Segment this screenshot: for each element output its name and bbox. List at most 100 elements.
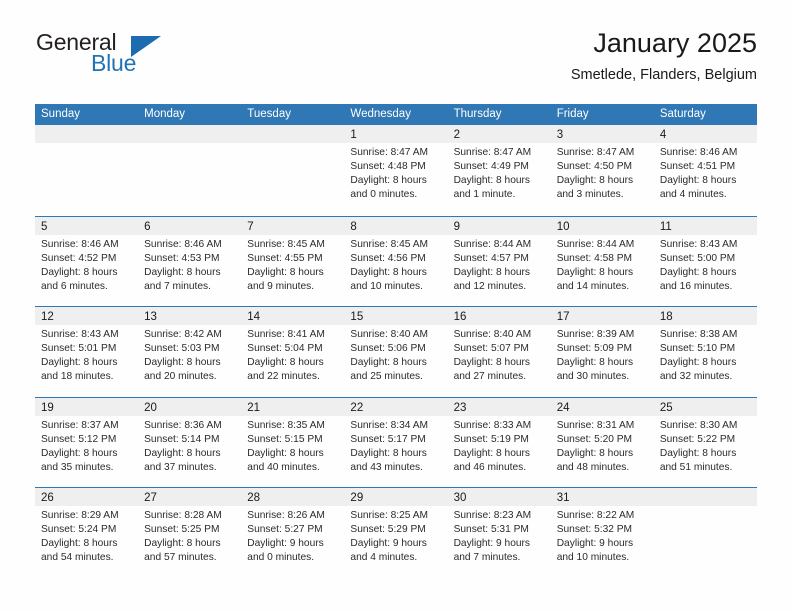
- sunrise-text: Sunrise: 8:25 AM: [350, 510, 429, 521]
- day-cell[interactable]: 30 Sunrise: 8:23 AM Sunset: 5:31 PM Dayl…: [447, 488, 551, 578]
- daylight-text-line2: and 0 minutes.: [247, 552, 315, 564]
- daylight-text-line2: and 16 minutes.: [659, 280, 733, 292]
- day-details: Sunrise: 8:34 AM Sunset: 5:17 PM Dayligh…: [344, 416, 447, 475]
- day-cell[interactable]: 8 Sunrise: 8:45 AM Sunset: 4:56 PM Dayli…: [344, 216, 448, 307]
- day-number: 24: [556, 401, 570, 414]
- daylight-text-line1: Daylight: 8 hours: [41, 266, 118, 278]
- weekday-header-thursday: Thursday: [453, 108, 502, 120]
- daylight-text-line1: Daylight: 9 hours: [247, 538, 324, 550]
- week-row: 5 Sunrise: 8:46 AM Sunset: 4:52 PM Dayli…: [35, 215, 757, 307]
- sunrise-text: Sunrise: 8:36 AM: [144, 419, 222, 431]
- daylight-text-line1: Daylight: 8 hours: [247, 447, 324, 459]
- day-cell[interactable]: 24 Sunrise: 8:31 AM Sunset: 5:20 PM Dayl…: [550, 397, 654, 488]
- day-cell[interactable]: [241, 125, 345, 216]
- day-cell[interactable]: 7 Sunrise: 8:45 AM Sunset: 4:55 PM Dayli…: [241, 216, 345, 307]
- day-cell[interactable]: 3 Sunrise: 8:47 AM Sunset: 4:50 PM Dayli…: [550, 125, 654, 216]
- general-blue-logo[interactable]: General Blue: [35, 28, 215, 84]
- day-number: 9: [453, 220, 460, 233]
- sunrise-text: Sunrise: 8:45 AM: [247, 238, 325, 250]
- day-number-band: 25: [653, 397, 757, 416]
- day-number-band: 27: [138, 488, 242, 506]
- daylight-text-line2: and 22 minutes.: [247, 371, 320, 383]
- sunrise-text: Sunrise: 8:46 AM: [659, 147, 738, 158]
- sunrise-text: Sunrise: 8:40 AM: [350, 329, 429, 340]
- day-number-band: 31: [550, 488, 654, 506]
- day-number: 29: [350, 492, 364, 504]
- day-cell[interactable]: 5 Sunrise: 8:46 AM Sunset: 4:52 PM Dayli…: [35, 216, 139, 307]
- page-title: January 2025: [593, 28, 757, 58]
- day-number-band: 28: [241, 488, 345, 506]
- daylight-text-line2: and 57 minutes.: [144, 552, 217, 564]
- day-cell[interactable]: 23 Sunrise: 8:33 AM Sunset: 5:19 PM Dayl…: [447, 397, 551, 488]
- day-cell[interactable]: 26 Sunrise: 8:29 AM Sunset: 5:24 PM Dayl…: [35, 488, 139, 578]
- day-cell[interactable]: [653, 488, 757, 578]
- day-cell[interactable]: 4 Sunrise: 8:46 AM Sunset: 4:51 PM Dayli…: [653, 125, 757, 216]
- day-cell[interactable]: 28 Sunrise: 8:26 AM Sunset: 5:27 PM Dayl…: [241, 488, 345, 578]
- day-cell[interactable]: 12 Sunrise: 8:43 AM Sunset: 5:01 PM Dayl…: [35, 307, 139, 397]
- day-cell[interactable]: 18 Sunrise: 8:38 AM Sunset: 5:10 PM Dayl…: [653, 307, 757, 397]
- day-cell[interactable]: [35, 125, 139, 216]
- day-number: 31: [556, 492, 570, 504]
- sunset-text: Sunset: 5:14 PM: [144, 433, 220, 445]
- sunset-text: Sunset: 5:32 PM: [556, 524, 633, 536]
- day-number: 5: [41, 220, 48, 233]
- daylight-text-line1: Daylight: 8 hours: [453, 175, 531, 187]
- day-number-band: 8: [344, 216, 448, 235]
- day-cell[interactable]: 17 Sunrise: 8:39 AM Sunset: 5:09 PM Dayl…: [550, 307, 654, 397]
- day-cell[interactable]: 2 Sunrise: 8:47 AM Sunset: 4:49 PM Dayli…: [447, 125, 551, 216]
- day-cell[interactable]: 13 Sunrise: 8:42 AM Sunset: 5:03 PM Dayl…: [138, 307, 242, 397]
- day-cell[interactable]: 19 Sunrise: 8:37 AM Sunset: 5:12 PM Dayl…: [35, 397, 139, 488]
- daylight-text-line1: Daylight: 8 hours: [350, 357, 427, 369]
- sunset-text: Sunset: 4:50 PM: [556, 161, 633, 173]
- day-cell[interactable]: 6 Sunrise: 8:46 AM Sunset: 4:53 PM Dayli…: [138, 216, 242, 307]
- day-cell[interactable]: 29 Sunrise: 8:25 AM Sunset: 5:29 PM Dayl…: [344, 488, 448, 578]
- day-cell[interactable]: 20 Sunrise: 8:36 AM Sunset: 5:14 PM Dayl…: [138, 397, 242, 488]
- sunrise-text: Sunrise: 8:47 AM: [350, 147, 429, 158]
- day-cell[interactable]: 10 Sunrise: 8:44 AM Sunset: 4:58 PM Dayl…: [550, 216, 654, 307]
- day-number: 1: [350, 129, 357, 141]
- weekday-header-saturday: Saturday: [659, 108, 706, 120]
- day-number: 18: [659, 311, 673, 323]
- day-number-band: 18: [653, 307, 757, 325]
- day-number: 15: [350, 311, 364, 323]
- sunrise-text: Sunrise: 8:34 AM: [350, 419, 429, 431]
- daylight-text-line1: Daylight: 8 hours: [350, 447, 427, 459]
- day-number: [138, 129, 144, 141]
- day-cell[interactable]: 31 Sunrise: 8:22 AM Sunset: 5:32 PM Dayl…: [550, 488, 654, 578]
- daylight-text-line2: and 7 minutes.: [144, 280, 211, 292]
- day-cell[interactable]: 16 Sunrise: 8:40 AM Sunset: 5:07 PM Dayl…: [447, 307, 551, 397]
- daylight-text-line2: and 10 minutes.: [350, 280, 423, 292]
- day-cell[interactable]: 27 Sunrise: 8:28 AM Sunset: 5:25 PM Dayl…: [138, 488, 242, 578]
- sunrise-text: Sunrise: 8:29 AM: [41, 510, 119, 521]
- day-number-band: [653, 488, 757, 506]
- day-cell[interactable]: 21 Sunrise: 8:35 AM Sunset: 5:15 PM Dayl…: [241, 397, 345, 488]
- day-number-band: 26: [35, 488, 139, 506]
- day-cell[interactable]: 25 Sunrise: 8:30 AM Sunset: 5:22 PM Dayl…: [653, 397, 757, 488]
- sunrise-text: Sunrise: 8:45 AM: [350, 238, 429, 250]
- day-cell[interactable]: 14 Sunrise: 8:41 AM Sunset: 5:04 PM Dayl…: [241, 307, 345, 397]
- day-number: 28: [247, 492, 261, 504]
- day-details: Sunrise: 8:23 AM Sunset: 5:31 PM Dayligh…: [448, 506, 551, 565]
- daylight-text-line2: and 54 minutes.: [41, 552, 114, 564]
- day-number: 12: [41, 311, 54, 323]
- daylight-text-line2: and 3 minutes.: [556, 189, 624, 201]
- day-cell[interactable]: 22 Sunrise: 8:34 AM Sunset: 5:17 PM Dayl…: [344, 397, 448, 488]
- daylight-text-line2: and 4 minutes.: [350, 552, 418, 564]
- day-cell[interactable]: 15 Sunrise: 8:40 AM Sunset: 5:06 PM Dayl…: [344, 307, 448, 397]
- day-details: Sunrise: 8:28 AM Sunset: 5:25 PM Dayligh…: [138, 506, 241, 565]
- daylight-text-line1: Daylight: 8 hours: [659, 175, 737, 187]
- day-number: 19: [41, 401, 54, 414]
- day-cell[interactable]: 1 Sunrise: 8:47 AM Sunset: 4:48 PM Dayli…: [344, 125, 448, 216]
- sunset-text: Sunset: 4:52 PM: [41, 252, 117, 264]
- sunset-text: Sunset: 5:22 PM: [659, 433, 736, 445]
- sunrise-text: Sunrise: 8:47 AM: [556, 147, 635, 158]
- day-details: Sunrise: 8:40 AM Sunset: 5:06 PM Dayligh…: [344, 325, 447, 384]
- day-details: Sunrise: 8:47 AM Sunset: 4:48 PM Dayligh…: [344, 143, 447, 202]
- day-cell[interactable]: 9 Sunrise: 8:44 AM Sunset: 4:57 PM Dayli…: [447, 216, 551, 307]
- day-number: 3: [556, 129, 564, 141]
- day-cell[interactable]: 11 Sunrise: 8:43 AM Sunset: 5:00 PM Dayl…: [653, 216, 757, 307]
- daylight-text-line2: and 18 minutes.: [41, 371, 114, 383]
- day-cell[interactable]: [138, 125, 242, 216]
- daylight-text-line2: and 27 minutes.: [453, 371, 527, 383]
- week-row: 12 Sunrise: 8:43 AM Sunset: 5:01 PM Dayl…: [35, 306, 757, 397]
